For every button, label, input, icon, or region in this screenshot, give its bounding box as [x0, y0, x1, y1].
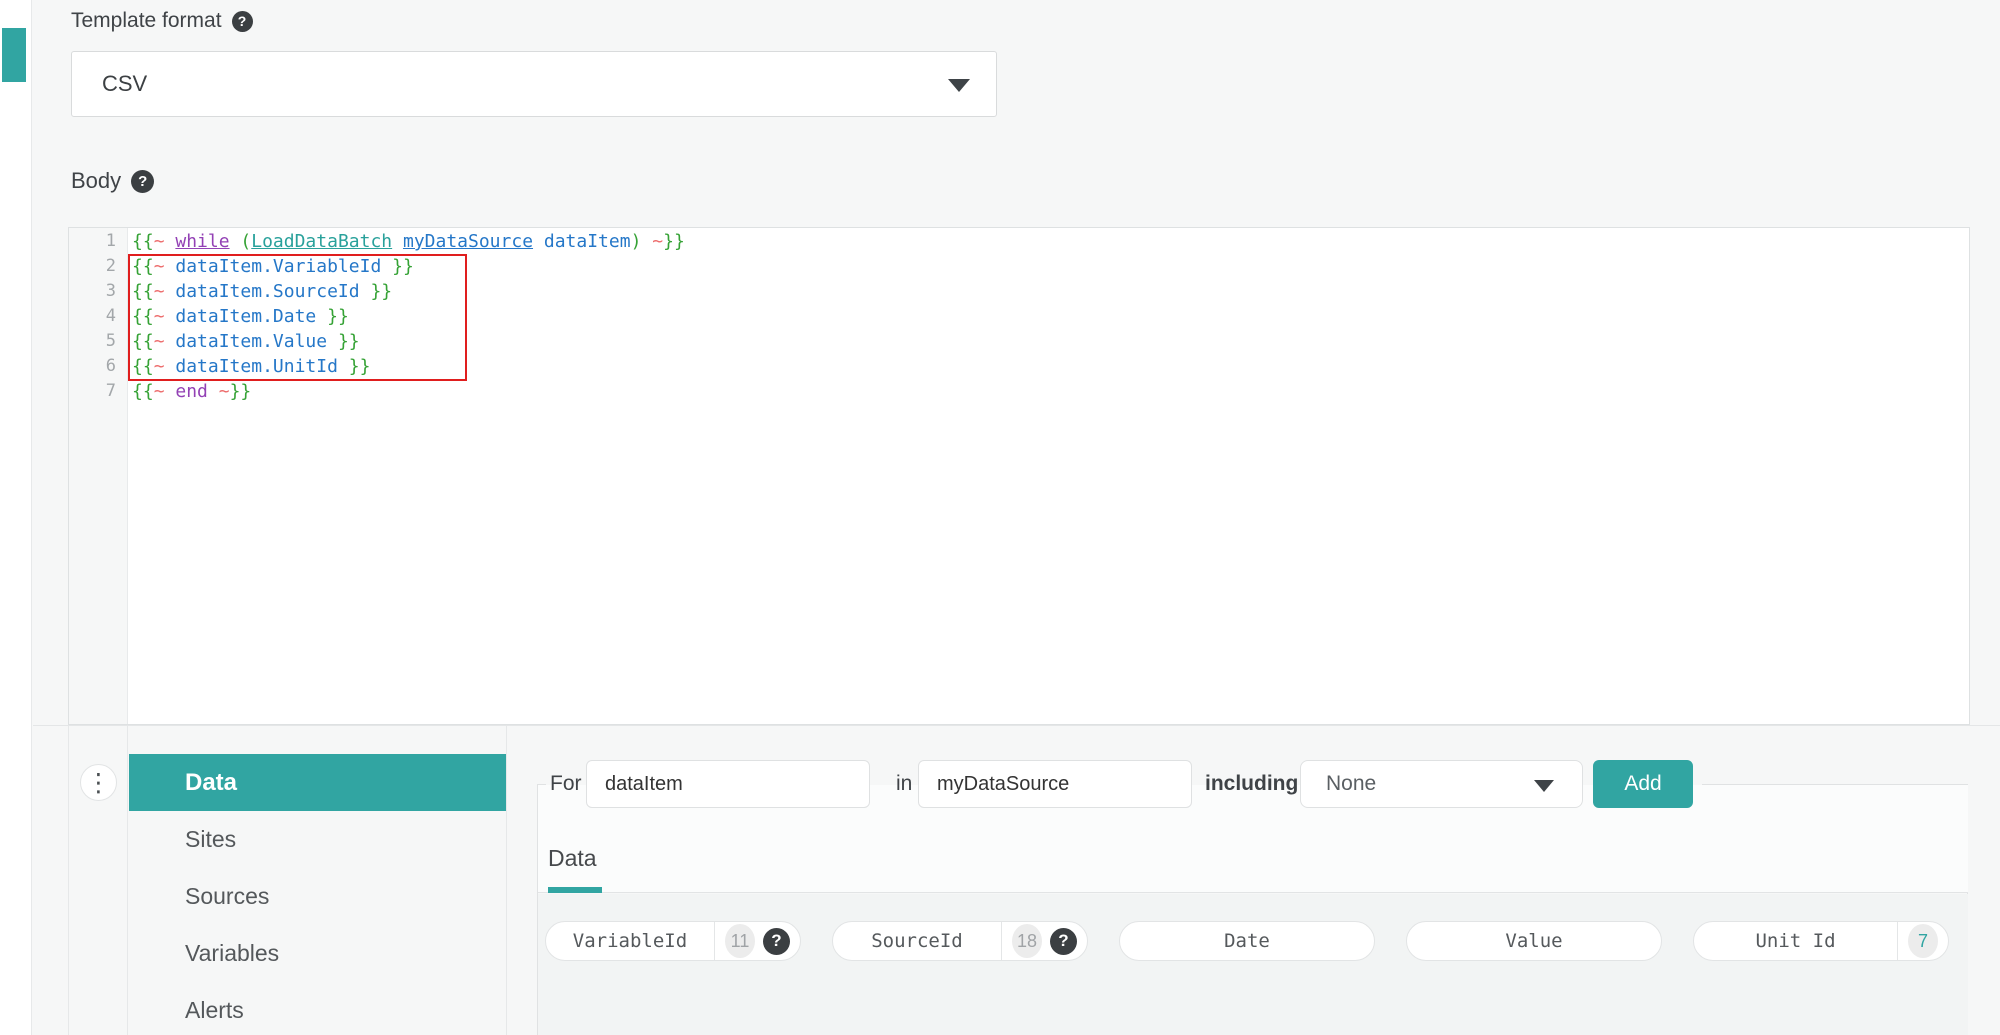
field-pill-variableid[interactable]: VariableId 11 [545, 921, 801, 961]
pill-count-badge: 18 [1012, 924, 1042, 958]
including-value: None [1326, 772, 1376, 796]
pill-meta: 11 [714, 922, 800, 960]
template-format-label-row: Template format [71, 9, 253, 33]
field-pill-unit-id[interactable]: Unit Id 7 [1693, 921, 1949, 961]
pill-label: SourceId [833, 922, 1001, 960]
for-input[interactable] [586, 760, 870, 808]
pill-label: Date [1120, 922, 1374, 960]
sidebar-item-data[interactable]: Data [129, 754, 506, 811]
body-label-row: Body [71, 168, 154, 194]
sidebar-item-variables[interactable]: Variables [129, 925, 506, 982]
kebab-column [68, 726, 128, 1035]
code-lines: {{~ while (LoadDataBatch myDataSource da… [129, 231, 1969, 406]
code-line: {{~ dataItem.SourceId }} [129, 281, 1969, 306]
template-format-help-icon[interactable] [232, 11, 253, 32]
left-rail [0, 0, 32, 1035]
sidebar-tabs: DataSitesSourcesVariablesAlerts [129, 754, 506, 1035]
field-pill-value[interactable]: Value [1406, 921, 1662, 961]
field-pill-date[interactable]: Date [1119, 921, 1375, 961]
sidebar-item-sites[interactable]: Sites [129, 811, 506, 868]
for-label: For [550, 760, 582, 808]
body-help-icon[interactable] [131, 170, 154, 193]
data-section-content: VariableId 11 SourceId 18 Date Value Unit Id 7 [538, 894, 1968, 1035]
including-select[interactable]: None [1300, 760, 1583, 808]
line-number: 7 [69, 381, 127, 406]
pill-label: Value [1407, 922, 1661, 960]
code-editor[interactable]: 1234567 {{~ while (LoadDataBatch myDataS… [68, 227, 1970, 725]
code-line: {{~ dataItem.Date }} [129, 306, 1969, 331]
template-format-value: CSV [102, 71, 147, 97]
in-label: in [896, 760, 912, 808]
code-line: {{~ dataItem.UnitId }} [129, 356, 1969, 381]
line-number: 1 [69, 231, 127, 256]
template-editor-page: Template format CSV Body 1234567 {{~ whi… [0, 0, 2000, 1035]
add-button[interactable]: Add [1593, 760, 1693, 808]
in-input[interactable] [918, 760, 1192, 808]
sidebar-item-sources[interactable]: Sources [129, 868, 506, 925]
code-line: {{~ dataItem.Value }} [129, 331, 1969, 356]
field-pill-sourceid[interactable]: SourceId 18 [832, 921, 1088, 961]
code-line: {{~ end ~}} [129, 381, 1969, 406]
line-number: 3 [69, 281, 127, 306]
line-number: 5 [69, 331, 127, 356]
pill-count-badge: 7 [1908, 924, 1938, 958]
data-section-title: Data [548, 845, 597, 872]
body-label: Body [71, 168, 121, 194]
chevron-down-icon [948, 79, 970, 92]
helper-sidebar: DataSitesSourcesVariablesAlerts [129, 726, 507, 1035]
code-line: {{~ dataItem.VariableId }} [129, 256, 1969, 281]
template-format-label: Template format [71, 9, 222, 33]
gutter: 1234567 [69, 228, 128, 724]
chevron-down-icon [1534, 780, 1554, 792]
active-nav-indicator [2, 28, 26, 82]
pill-count-badge: 11 [725, 924, 755, 958]
pill-help-icon[interactable] [1050, 928, 1077, 955]
pill-meta: 18 [1001, 922, 1087, 960]
pill-help-icon[interactable] [763, 928, 790, 955]
including-label: including [1205, 760, 1298, 808]
sidebar-item-alerts[interactable]: Alerts [129, 982, 506, 1035]
active-tab-indicator [548, 887, 602, 893]
template-format-select[interactable]: CSV [71, 51, 997, 117]
field-pills-row: VariableId 11 SourceId 18 Date Value Unit Id 7 [545, 921, 1949, 961]
kebab-menu-button[interactable] [80, 764, 117, 801]
pill-label: VariableId [546, 922, 714, 960]
pill-label: Unit Id [1694, 922, 1897, 960]
line-number: 6 [69, 356, 127, 381]
line-number: 2 [69, 256, 127, 281]
code-line: {{~ while (LoadDataBatch myDataSource da… [129, 231, 1969, 256]
line-number: 4 [69, 306, 127, 331]
ellipsis-icon [86, 770, 111, 795]
pill-meta: 7 [1897, 922, 1948, 960]
